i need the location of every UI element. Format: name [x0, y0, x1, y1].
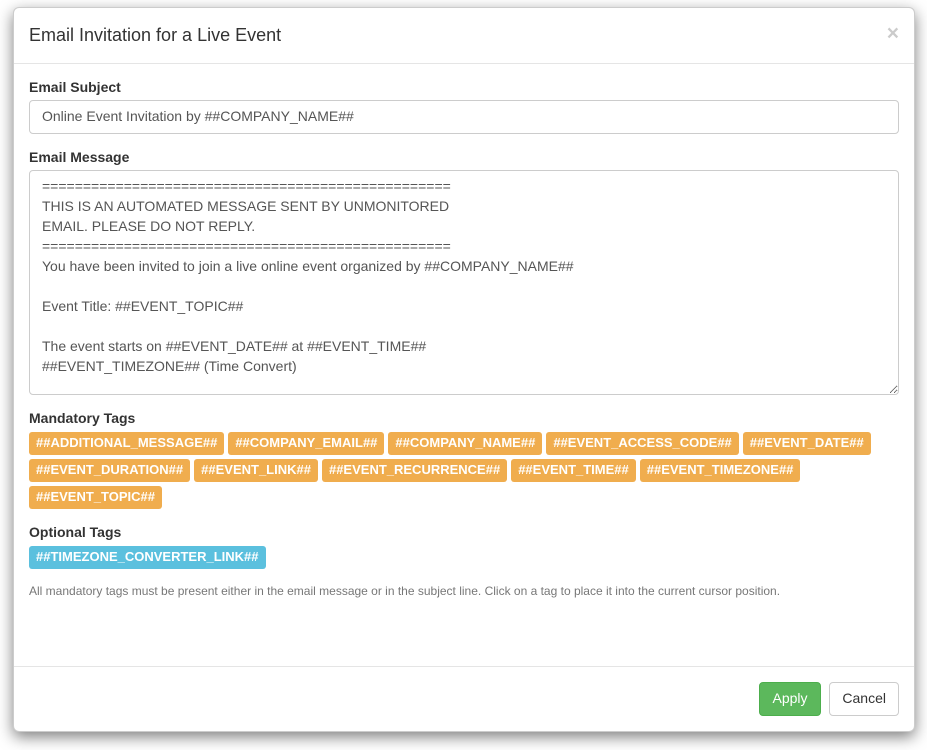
optional-tag[interactable]: ##TIMEZONE_CONVERTER_LINK##	[29, 546, 266, 569]
modal-body: Email Subject Email Message ============…	[14, 64, 914, 666]
close-button[interactable]: ×	[887, 23, 899, 44]
optional-tags-section: Optional Tags ##TIMEZONE_CONVERTER_LINK#…	[29, 524, 899, 569]
modal-header: Email Invitation for a Live Event ×	[14, 8, 914, 64]
email-message-label: Email Message	[29, 149, 899, 165]
mandatory-tag[interactable]: ##EVENT_LINK##	[194, 459, 318, 482]
mandatory-tag[interactable]: ##COMPANY_NAME##	[388, 432, 542, 455]
mandatory-tag[interactable]: ##EVENT_DURATION##	[29, 459, 190, 482]
email-message-group: Email Message ==========================…	[29, 149, 899, 395]
help-text: All mandatory tags must be present eithe…	[29, 584, 899, 598]
mandatory-tags-label: Mandatory Tags	[29, 410, 899, 426]
optional-tags-label: Optional Tags	[29, 524, 899, 540]
mandatory-tag[interactable]: ##ADDITIONAL_MESSAGE##	[29, 432, 224, 455]
mandatory-tag[interactable]: ##EVENT_RECURRENCE##	[322, 459, 507, 482]
modal-title: Email Invitation for a Live Event	[29, 23, 899, 48]
mandatory-tag[interactable]: ##EVENT_ACCESS_CODE##	[546, 432, 738, 455]
mandatory-tag[interactable]: ##EVENT_TOPIC##	[29, 486, 162, 509]
mandatory-tags-section: Mandatory Tags ##ADDITIONAL_MESSAGE## ##…	[29, 410, 899, 509]
email-subject-group: Email Subject	[29, 79, 899, 134]
mandatory-tags-container: ##ADDITIONAL_MESSAGE## ##COMPANY_EMAIL##…	[29, 432, 899, 509]
email-message-textarea[interactable]: ========================================…	[29, 170, 899, 395]
mandatory-tag[interactable]: ##EVENT_TIME##	[511, 459, 636, 482]
mandatory-tag[interactable]: ##EVENT_TIMEZONE##	[640, 459, 801, 482]
apply-button[interactable]: Apply	[759, 682, 820, 716]
mandatory-tag[interactable]: ##COMPANY_EMAIL##	[228, 432, 384, 455]
email-subject-label: Email Subject	[29, 79, 899, 95]
cancel-button[interactable]: Cancel	[829, 682, 899, 716]
email-invitation-modal: Email Invitation for a Live Event × Emai…	[13, 7, 915, 732]
email-subject-input[interactable]	[29, 100, 899, 134]
modal-footer: Apply Cancel	[14, 666, 914, 731]
mandatory-tag[interactable]: ##EVENT_DATE##	[743, 432, 871, 455]
optional-tags-container: ##TIMEZONE_CONVERTER_LINK##	[29, 546, 899, 569]
